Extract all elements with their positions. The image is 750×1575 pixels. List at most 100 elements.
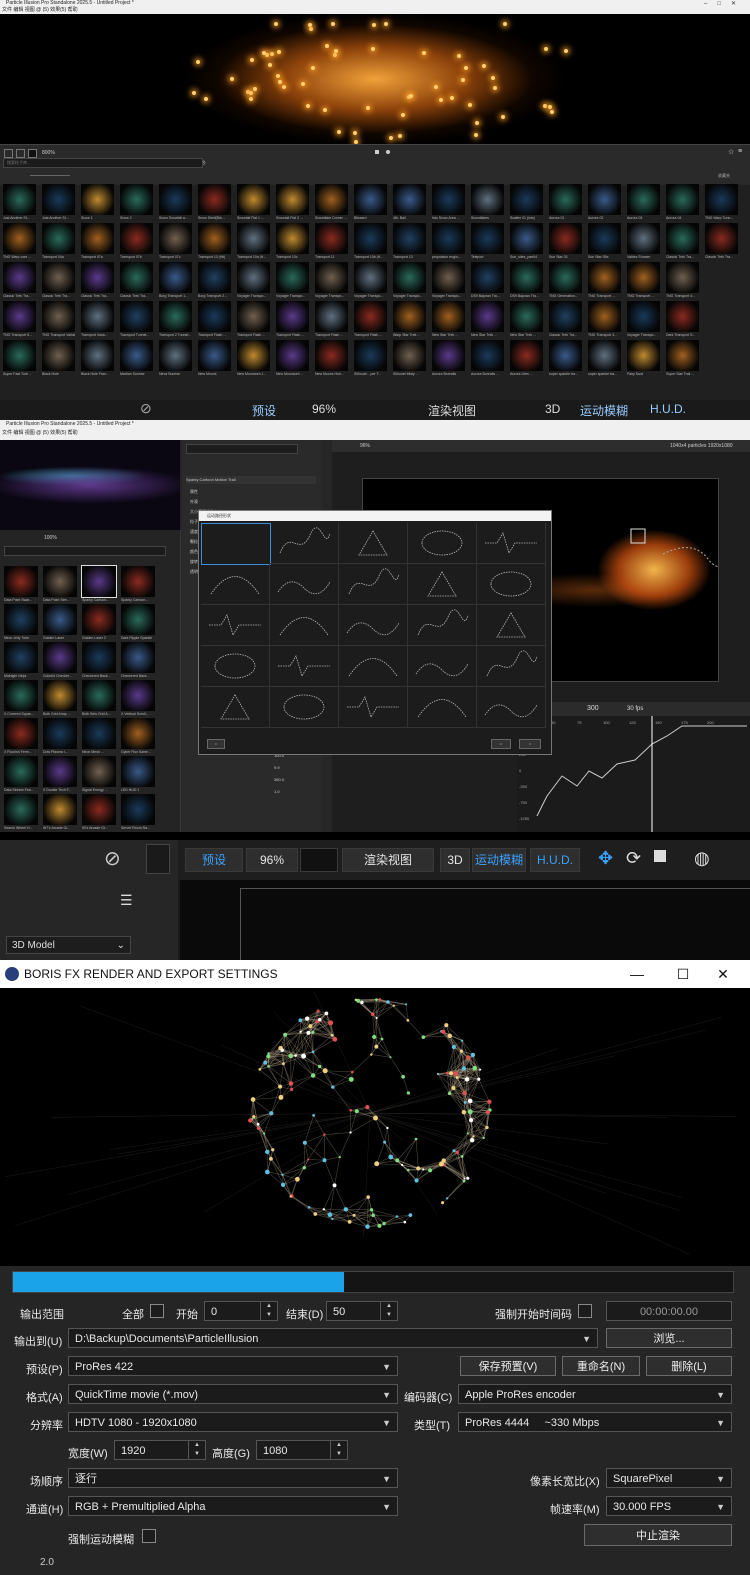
browse-button[interactable]: 浏览...: [606, 1328, 732, 1348]
property-row[interactable]: 粒子: [190, 518, 198, 526]
library-thumbnail[interactable]: propulsion engin...: [432, 223, 465, 261]
library-thumbnail[interactable]: Snow Shell(Brk...: [198, 184, 231, 222]
library-thumbnail[interactable]: Snowfall Flat 3 ...: [276, 184, 309, 222]
clear-icon-3[interactable]: ⊘: [104, 846, 121, 871]
save-preset-button[interactable]: 保存预置(V): [460, 1356, 556, 1376]
library-thumbnail-2[interactable]: Data Point Stre...: [43, 566, 77, 604]
path-shape-option[interactable]: [270, 646, 339, 687]
library-thumbnail[interactable]: Aurora Borealis ...: [471, 340, 504, 378]
library-thumbnail[interactable]: Silhouet Misty ...: [393, 340, 426, 378]
library-thumbnail[interactable]: Transport 11: [315, 223, 348, 261]
library-thumbnail[interactable]: 4th. Ball: [393, 184, 426, 222]
library-thumbnail[interactable]: Voyager Transpo...: [432, 262, 465, 300]
library-thumbnail-2[interactable]: Neon Jelly Tube: [4, 604, 38, 642]
property-row[interactable]: 外观: [190, 498, 198, 506]
library-thumbnail[interactable]: Aurora 04: [666, 184, 699, 222]
library-thumbnail[interactable]: Classic Trek Tra...: [81, 262, 114, 300]
library-thumbnail[interactable]: Aurora Lites ...: [510, 340, 543, 378]
library-thumbnail[interactable]: Transport 04a: [42, 223, 75, 261]
library-thumbnail[interactable]: Valdez Shower: [627, 223, 660, 261]
spinner-icon-4[interactable]: ▲ ▼: [330, 1441, 347, 1459]
path-shape-option[interactable]: [477, 605, 546, 646]
path-shape-option[interactable]: [201, 646, 270, 687]
dot-toggle[interactable]: [146, 844, 170, 874]
library-thumbnail[interactable]: Just Another St...: [42, 184, 75, 222]
3d-button[interactable]: 3D: [545, 402, 560, 416]
motion-blur-button-3[interactable]: 运动模糊: [472, 848, 526, 872]
format-select[interactable]: QuickTime movie (*.mov) ▼: [68, 1384, 398, 1404]
library-thumbnail[interactable]: super sparkle tra...: [549, 340, 582, 378]
properties-search-input[interactable]: [186, 444, 298, 454]
library-thumbnail[interactable]: New Moons Hori...: [315, 340, 348, 378]
library-thumbnail[interactable]: Sun Star 03: [549, 223, 582, 261]
library-thumbnail[interactable]: Transport 10 (Hit): [198, 223, 231, 261]
library-thumbnail[interactable]: Transport 07a: [81, 223, 114, 261]
library-thumbnail[interactable]: TNG Generation...: [549, 262, 582, 300]
codec-select[interactable]: Apple ProRes encoder ▼: [458, 1384, 732, 1404]
library-thumbnail-2[interactable]: W7's Arcade Gr...: [43, 794, 77, 832]
library-thumbnail-2[interactable]: Signal Energy ...: [82, 756, 116, 794]
record-icon[interactable]: [386, 150, 390, 154]
force-motion-blur-checkbox[interactable]: [142, 1529, 156, 1543]
library-thumbnail[interactable]: super sparkle tra...: [588, 340, 621, 378]
library-thumbnail[interactable]: New Star Trek ...: [471, 301, 504, 339]
library-thumbnail[interactable]: Transport 2 Tunnel...: [159, 301, 192, 339]
move-icon[interactable]: ✥: [598, 848, 613, 869]
library-thumbnail-2[interactable]: LED HUD 1: [121, 756, 155, 794]
library-thumbnail[interactable]: Silhouet... per T...: [354, 340, 387, 378]
path-shape-option[interactable]: [408, 687, 477, 728]
library-thumbnail[interactable]: Transport Varia...: [81, 301, 114, 339]
library-thumbnail[interactable]: Transport 13: [393, 223, 426, 261]
height-input[interactable]: 1080 ▲ ▼: [256, 1440, 348, 1460]
property-row[interactable]: 旋转: [190, 558, 198, 566]
library-thumbnail-2[interactable]: Checkered Back...: [82, 642, 116, 680]
spinner-icon-3[interactable]: ▲ ▼: [188, 1441, 205, 1459]
path-shape-option[interactable]: [270, 687, 339, 728]
layers-icon[interactable]: [654, 850, 666, 862]
library-thumbnail-2[interactable]: X Flourish Ferm...: [4, 718, 38, 756]
library-thumbnail[interactable]: Into Snow Area ...: [432, 184, 465, 222]
library-thumbnail[interactable]: Voyager Transpo...: [354, 262, 387, 300]
menu-bar[interactable]: 文件 编辑 视图 @ (5) 效果(5) 帮助: [2, 7, 78, 14]
library-thumbnail[interactable]: Dark Transport S...: [666, 301, 699, 339]
thumb-size-slider[interactable]: [30, 175, 70, 176]
library-thumbnail[interactable]: Snow 1: [81, 184, 114, 222]
path-shape-option[interactable]: [477, 687, 546, 728]
library-thumbnail[interactable]: TNG Transport ...: [627, 262, 660, 300]
library-thumbnail-2[interactable]: Colorful Checker...: [43, 642, 77, 680]
path-shape-option[interactable]: [408, 564, 477, 605]
library-thumbnail[interactable]: Voyager Transpo...: [237, 262, 270, 300]
library-thumbnail[interactable]: Super Star Trail ...: [666, 340, 699, 378]
library-thumbnail-2[interactable]: Golden Laser 2: [82, 604, 116, 642]
force-start-tc-checkbox[interactable]: [578, 1304, 592, 1318]
path-shape-option[interactable]: [270, 564, 339, 605]
path-shape-option[interactable]: [201, 564, 270, 605]
render-view-button-3[interactable]: 渲染视图: [342, 848, 434, 872]
property-value[interactable]: 1.0: [274, 788, 280, 796]
pixel-aspect-select[interactable]: SquarePixel ▼: [606, 1468, 732, 1488]
library-thumbnail[interactable]: Transport Flash ...: [198, 301, 231, 339]
library-thumbnail-2[interactable]: Checkered Back...: [121, 642, 155, 680]
library-thumbnail[interactable]: New Star Trek ...: [510, 301, 543, 339]
path-shape-option[interactable]: [270, 605, 339, 646]
library-thumbnail[interactable]: TNG Warp core ...: [3, 223, 36, 261]
start-frame-input[interactable]: 0 ▲ ▼: [204, 1301, 278, 1321]
library-thumbnail[interactable]: Transport 07b: [120, 223, 153, 261]
library-thumbnail[interactable]: Scatter 01 (into): [510, 184, 543, 222]
library-thumbnail[interactable]: Black Hole: [42, 340, 75, 378]
library-thumbnail[interactable]: Black Hole Fran...: [81, 340, 114, 378]
viewer-zoom[interactable]: 96%: [360, 440, 370, 452]
library-thumbnail-2[interactable]: X Vertical Scroll...: [121, 680, 155, 718]
preset-button-3[interactable]: 预设: [185, 848, 243, 872]
channels-select[interactable]: RGB + Premultiplied Alpha ▼: [68, 1496, 398, 1516]
library-thumbnail[interactable]: Transport 10c: [276, 223, 309, 261]
library-thumbnail[interactable]: Warp Star Trek ...: [393, 301, 426, 339]
library-thumbnail[interactable]: Transport Flash ...: [276, 301, 309, 339]
frame-rate-select[interactable]: 30.000 FPS ▼: [606, 1496, 732, 1516]
path-shape-option[interactable]: [201, 523, 271, 565]
library-thumbnail-2[interactable]: Cyber Flux Saine...: [121, 718, 155, 756]
library-thumbnail[interactable]: Blizzard: [354, 184, 387, 222]
library-thumbnail-2[interactable]: 90's Arcade Gr...: [82, 794, 116, 832]
globe-icon[interactable]: ◍: [694, 848, 710, 869]
library-thumbnail-2[interactable]: Sparky Cartoon...: [121, 566, 155, 604]
